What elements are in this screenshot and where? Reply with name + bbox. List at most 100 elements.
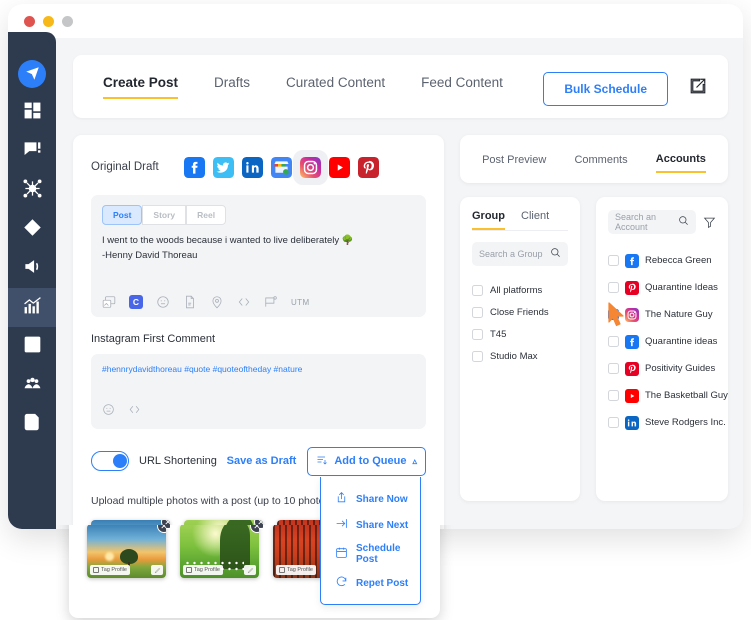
url-shortening-toggle[interactable] <box>91 451 129 471</box>
tab-feed-content[interactable]: Feed Content <box>421 75 503 99</box>
account-item-the-nature-guy[interactable]: The Nature Guy <box>608 301 716 328</box>
menu-item-share-next[interactable]: Share Next <box>321 512 420 538</box>
checkbox[interactable] <box>472 351 483 362</box>
group-item-studio-max[interactable]: Studio Max <box>472 345 568 367</box>
sidebar-item-network[interactable] <box>8 171 56 210</box>
checkbox[interactable] <box>608 309 619 320</box>
minimize-window-button[interactable] <box>43 16 54 27</box>
platform-linkedin-icon[interactable] <box>242 157 263 178</box>
close-window-button[interactable] <box>24 16 35 27</box>
signature-icon[interactable] <box>264 295 278 309</box>
sidebar-item-analytics[interactable] <box>8 288 56 327</box>
account-label: Steve Rodgers Inc. <box>645 417 726 428</box>
group-item-all-platforms[interactable]: All platforms <box>472 279 568 301</box>
tab-group[interactable]: Group <box>472 210 505 230</box>
tab-comments[interactable]: Comments <box>574 146 627 172</box>
checkbox[interactable] <box>608 363 619 374</box>
compose-square-icon[interactable] <box>689 77 707 95</box>
account-item-steve-rodgers-inc[interactable]: Steve Rodgers Inc. <box>608 409 716 436</box>
thumbnail-item[interactable]: ✕ Tag Profile <box>87 525 166 578</box>
sidebar-item-dashboard[interactable] <box>8 93 56 132</box>
hashtag-input[interactable]: #hennrydavidthoreau #quote #quoteoftheda… <box>102 364 415 374</box>
code-icon[interactable] <box>237 295 251 309</box>
platform-google-business-icon[interactable] <box>271 157 292 178</box>
format-tab-story[interactable]: Story <box>142 205 186 225</box>
draft-header-row: Original Draft <box>91 153 426 181</box>
add-to-queue-button[interactable]: Add to Queue ▵ <box>307 447 426 476</box>
sidebar-item-inbox[interactable] <box>8 327 56 366</box>
post-editor-card: Original Draft <box>73 135 444 529</box>
bulk-schedule-button[interactable]: Bulk Schedule <box>543 72 668 106</box>
group-search-input[interactable]: Search a Group <box>472 242 568 266</box>
group-item-t45[interactable]: T45 <box>472 323 568 345</box>
platform-twitter-icon[interactable] <box>213 157 234 178</box>
sidebar-item-reports[interactable] <box>8 405 56 444</box>
account-item-positivity-guides[interactable]: Positivity Guides <box>608 355 716 382</box>
checkbox[interactable] <box>472 285 483 296</box>
tag-profile-button[interactable]: Tag Profile <box>276 565 316 575</box>
post-text-input[interactable]: I went to the woods because i wanted to … <box>102 234 415 263</box>
tag-profile-button[interactable]: Tag Profile <box>90 565 130 575</box>
sidebar-item-messages[interactable] <box>8 132 56 171</box>
app-window: Create Post Drafts Curated Content Feed … <box>8 4 743 529</box>
account-item-quarantine-ideas-pinterest[interactable]: Quarantine Ideas <box>608 274 716 301</box>
instagram-first-comment-title: Instagram First Comment <box>91 333 426 345</box>
code-icon[interactable] <box>128 403 141 421</box>
checkbox[interactable] <box>608 417 619 428</box>
tab-post-preview[interactable]: Post Preview <box>482 146 546 172</box>
add-to-queue-dropdown: Share Now Share Next Schedule Post Repet… <box>320 477 421 605</box>
group-list: All platforms Close Friends T45 <box>472 279 568 367</box>
platform-facebook-icon[interactable] <box>184 157 205 178</box>
checkbox[interactable] <box>608 282 619 293</box>
format-tab-post[interactable]: Post <box>102 205 142 225</box>
save-as-draft-button[interactable]: Save as Draft <box>227 455 297 467</box>
checkbox[interactable] <box>608 336 619 347</box>
tab-accounts[interactable]: Accounts <box>656 145 706 173</box>
edit-photo-button[interactable] <box>244 565 256 575</box>
canva-icon[interactable]: C <box>129 295 143 309</box>
image-upload-icon[interactable] <box>102 295 116 309</box>
platform-pinterest-icon[interactable] <box>358 157 379 178</box>
checkbox[interactable] <box>472 307 483 318</box>
search-icon <box>678 213 689 231</box>
checkbox[interactable] <box>608 255 619 266</box>
format-tab-reel[interactable]: Reel <box>186 205 226 225</box>
sidebar-item-campaigns[interactable] <box>8 249 56 288</box>
tag-profile-button[interactable]: Tag Profile <box>183 565 223 575</box>
account-item-quarantine-ideas-facebook[interactable]: Quarantine ideas <box>608 328 716 355</box>
account-label: Rebecca Green <box>645 255 712 266</box>
emoji-icon[interactable] <box>156 295 170 309</box>
checkbox[interactable] <box>472 329 483 340</box>
emoji-icon[interactable] <box>102 403 115 421</box>
tab-curated-content[interactable]: Curated Content <box>286 75 385 99</box>
file-icon[interactable] <box>183 295 197 309</box>
thumbnail-item[interactable]: ✕ Tag Profile <box>180 525 259 578</box>
inbox-download-icon <box>23 335 42 359</box>
group-item-close-friends[interactable]: Close Friends <box>472 301 568 323</box>
account-search-placeholder: Search an Account <box>615 212 674 232</box>
filter-funnel-icon[interactable] <box>703 216 716 229</box>
accounts-panel: Search an Account <box>596 197 728 501</box>
group-item-label: All platforms <box>490 285 542 296</box>
utm-label[interactable]: UTM <box>291 298 310 307</box>
sidebar-item-logo[interactable] <box>8 54 56 93</box>
sidebar-item-team[interactable] <box>8 366 56 405</box>
menu-item-repeat-post[interactable]: Repet Post <box>321 570 420 596</box>
menu-item-schedule-post[interactable]: Schedule Post <box>321 538 420 570</box>
edit-photo-button[interactable] <box>151 565 163 575</box>
menu-item-share-now[interactable]: Share Now <box>321 486 420 512</box>
account-search-row: Search an Account <box>608 210 716 234</box>
account-item-the-basketball-guy[interactable]: The Basketball Guy <box>608 382 716 409</box>
tab-create-post[interactable]: Create Post <box>103 75 178 99</box>
tab-client[interactable]: Client <box>521 210 549 230</box>
sidebar-item-discover[interactable] <box>8 210 56 249</box>
platform-instagram-icon[interactable] <box>300 157 321 178</box>
platform-selector <box>184 157 379 178</box>
maximize-window-button[interactable] <box>62 16 73 27</box>
checkbox[interactable] <box>608 390 619 401</box>
location-pin-icon[interactable] <box>210 295 224 309</box>
platform-youtube-icon[interactable] <box>329 157 350 178</box>
tab-drafts[interactable]: Drafts <box>214 75 250 99</box>
account-search-input[interactable]: Search an Account <box>608 210 696 234</box>
account-item-rebecca-green[interactable]: Rebecca Green <box>608 247 716 274</box>
